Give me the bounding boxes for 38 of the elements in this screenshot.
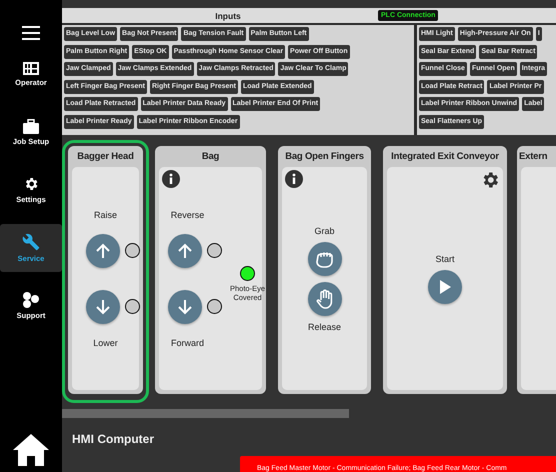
up-arrow-icon [178,242,192,259]
jog-button[interactable] [308,242,342,276]
dots-icon [22,292,40,308]
down-arrow-icon [96,298,110,315]
card-title: Bag [200,150,220,164]
menu-icon[interactable] [22,26,40,40]
play-icon [439,280,451,294]
jog-button[interactable] [168,290,202,324]
control-label: Reverse [170,210,204,220]
control-label: Forward [170,338,204,348]
control-label: Lower [93,338,118,348]
briefcase-icon [23,118,39,134]
gear-icon [23,176,39,192]
jog-button[interactable] [86,290,120,324]
card-title: Bagger Head [76,150,135,164]
home-icon[interactable] [13,434,49,466]
jog-button[interactable] [428,270,462,304]
control-label: Grab [314,226,334,236]
fist-icon [314,250,334,268]
card-title: Bag Open Fingers [284,150,365,164]
control-label: Raise [94,210,117,220]
hand-icon [314,288,334,309]
card-title: Extern [519,150,548,164]
grid-icon [23,62,39,74]
info-icon[interactable] [162,170,180,188]
panel-title: Inputs [214,10,242,20]
wrench-icon [22,233,40,251]
card-title: Integrated Exit Conveyor [390,150,500,164]
jog-button[interactable] [86,234,120,268]
jog-button[interactable] [308,282,342,316]
jog-button[interactable] [168,234,202,268]
scroll-bar[interactable] [62,409,349,418]
down-arrow-icon [178,298,192,315]
control-label: Release [308,322,342,332]
info-icon[interactable] [285,170,303,188]
control-label: Start [435,254,454,264]
up-arrow-icon [96,242,110,259]
section-title: HMI Computer [72,432,155,446]
